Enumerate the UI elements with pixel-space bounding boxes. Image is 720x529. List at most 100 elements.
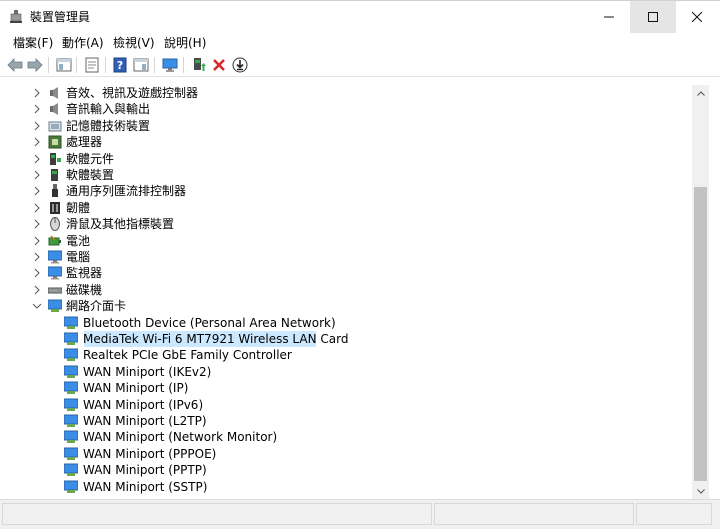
toolbar-separator [76, 57, 77, 73]
help-button[interactable]: ? [111, 56, 129, 74]
device-label: Realtek PCIe GbE Family Controller [83, 348, 292, 363]
scan-hardware-button[interactable] [161, 56, 179, 74]
update-driver-button[interactable] [190, 56, 208, 74]
red-x-icon [213, 59, 225, 71]
download-button[interactable] [231, 56, 249, 74]
scroll-up-button[interactable] [692, 85, 709, 101]
computer-icon [48, 250, 62, 264]
chevron-right-icon[interactable] [32, 103, 42, 115]
status-bar [0, 499, 720, 529]
menu-file[interactable]: 檔案(F) [13, 35, 53, 51]
scrollbar-thumb[interactable] [694, 187, 707, 481]
show-hide-console-tree-button[interactable] [55, 56, 73, 74]
battery-icon [48, 235, 61, 246]
minimize-button[interactable] [586, 1, 632, 33]
chevron-right-icon[interactable] [32, 87, 42, 99]
device-row[interactable]: WAN Miniport (IKEv2) [6, 364, 692, 380]
network-adapter-icon [48, 299, 62, 313]
category-label: 監視器 [66, 266, 103, 281]
chevron-down-icon[interactable] [32, 300, 42, 312]
device-tree[interactable]: 音效、視訊及遊戲控制器 音訊輸入與輸出 記憶體技術裝置 處理器 軟體元件 軟體裝… [6, 85, 692, 499]
forward-button[interactable] [26, 56, 44, 74]
chevron-right-icon[interactable] [32, 136, 42, 148]
device-label: WAN Miniport (IKEv2) [83, 364, 212, 379]
mouse-icon [50, 217, 60, 232]
category-row[interactable]: 電池 [6, 233, 692, 249]
chevron-right-icon[interactable] [32, 235, 42, 247]
category-label: 軟體裝置 [66, 168, 115, 182]
close-icon [692, 12, 702, 22]
chevron-right-icon[interactable] [32, 185, 42, 197]
speaker-icon [50, 103, 58, 116]
category-row[interactable]: 網路介面卡 [6, 298, 692, 314]
chevron-up-icon [696, 90, 705, 96]
category-row[interactable]: 監視器 [6, 265, 692, 281]
minimize-icon [604, 16, 614, 18]
help-icon: ? [113, 57, 127, 73]
device-row[interactable]: WAN Miniport (PPTP) [6, 462, 692, 478]
category-label: 電池 [66, 233, 91, 248]
device-label: WAN Miniport (L2TP) [83, 414, 207, 428]
menu-view[interactable]: 檢視(V) [113, 35, 155, 51]
chevron-right-icon[interactable] [32, 120, 42, 132]
chevron-right-icon[interactable] [32, 202, 42, 214]
category-row[interactable]: 處理器 [6, 134, 692, 150]
svg-text:?: ? [117, 59, 123, 72]
chevron-right-icon[interactable] [32, 267, 42, 279]
category-row[interactable]: 軟體元件 [6, 151, 692, 167]
title-bar[interactable]: 裝置管理員 [0, 1, 720, 33]
category-row[interactable]: 音訊輸入與輸出 [6, 101, 692, 117]
device-label: MediaTek Wi-Fi 6 MT7921 Wireless LAN Car… [83, 332, 349, 346]
network-adapter-icon [64, 398, 78, 411]
network-adapter-icon [64, 365, 78, 378]
software-component-icon [50, 152, 61, 165]
disk-drive-icon [48, 287, 62, 294]
device-row-selected[interactable]: MediaTek Wi-Fi 6 MT7921 Wireless LAN Car… [6, 331, 692, 347]
category-row[interactable]: 音效、視訊及遊戲控制器 [6, 85, 692, 101]
network-adapter-icon [64, 480, 78, 493]
category-row[interactable]: 電腦 [6, 249, 692, 265]
device-row[interactable]: WAN Miniport (IP) [6, 380, 692, 396]
memory-card-icon [48, 121, 62, 132]
status-pane-secondary [434, 503, 634, 525]
cpu-icon [48, 135, 62, 149]
maximize-button[interactable] [630, 1, 676, 33]
show-action-pane-button[interactable] [132, 56, 150, 74]
chevron-right-icon[interactable] [32, 284, 42, 296]
scroll-down-button[interactable] [692, 483, 709, 499]
properties-button[interactable] [83, 56, 101, 74]
toolbar-separator [105, 57, 106, 73]
chevron-right-icon[interactable] [32, 169, 42, 181]
network-adapter-icon [64, 332, 78, 345]
menu-action[interactable]: 動作(A) [62, 35, 104, 51]
category-row[interactable]: 磁碟機 [6, 282, 692, 298]
category-row[interactable]: 韌體 [6, 200, 692, 216]
chevron-right-icon[interactable] [32, 153, 42, 165]
device-row[interactable]: Realtek PCIe GbE Family Controller [6, 347, 692, 363]
device-row[interactable]: Bluetooth Device (Personal Area Network) [6, 315, 692, 331]
speaker-icon [50, 87, 58, 99]
device-row[interactable]: WAN Miniport (L2TP) [6, 413, 692, 429]
category-label: 記憶體技術裝置 [66, 118, 151, 133]
properties-icon [85, 57, 99, 73]
category-label: 磁碟機 [66, 282, 103, 297]
device-label: WAN Miniport (SSTP) [83, 479, 208, 494]
chevron-right-icon[interactable] [32, 218, 42, 230]
category-row[interactable]: 軟體裝置 [6, 167, 692, 183]
category-row[interactable]: 通用序列匯流排控制器 [6, 183, 692, 199]
firmware-icon [50, 201, 60, 214]
uninstall-device-button[interactable] [210, 56, 228, 74]
category-row[interactable]: 記憶體技術裝置 [6, 118, 692, 134]
device-row[interactable]: WAN Miniport (IPv6) [6, 397, 692, 413]
device-row[interactable]: WAN Miniport (PPPOE) [6, 446, 692, 462]
category-row[interactable]: 滑鼠及其他指標裝置 [6, 216, 692, 232]
device-row[interactable]: WAN Miniport (SSTP) [6, 479, 692, 495]
category-label: 電腦 [66, 250, 91, 264]
device-row[interactable]: WAN Miniport (Network Monitor) [6, 429, 692, 445]
back-button[interactable] [6, 56, 24, 74]
action-pane-icon [133, 58, 149, 72]
menu-help[interactable]: 說明(H) [164, 35, 206, 51]
chevron-right-icon[interactable] [32, 251, 42, 263]
close-button[interactable] [674, 1, 720, 33]
toolbar-separator [154, 57, 155, 73]
